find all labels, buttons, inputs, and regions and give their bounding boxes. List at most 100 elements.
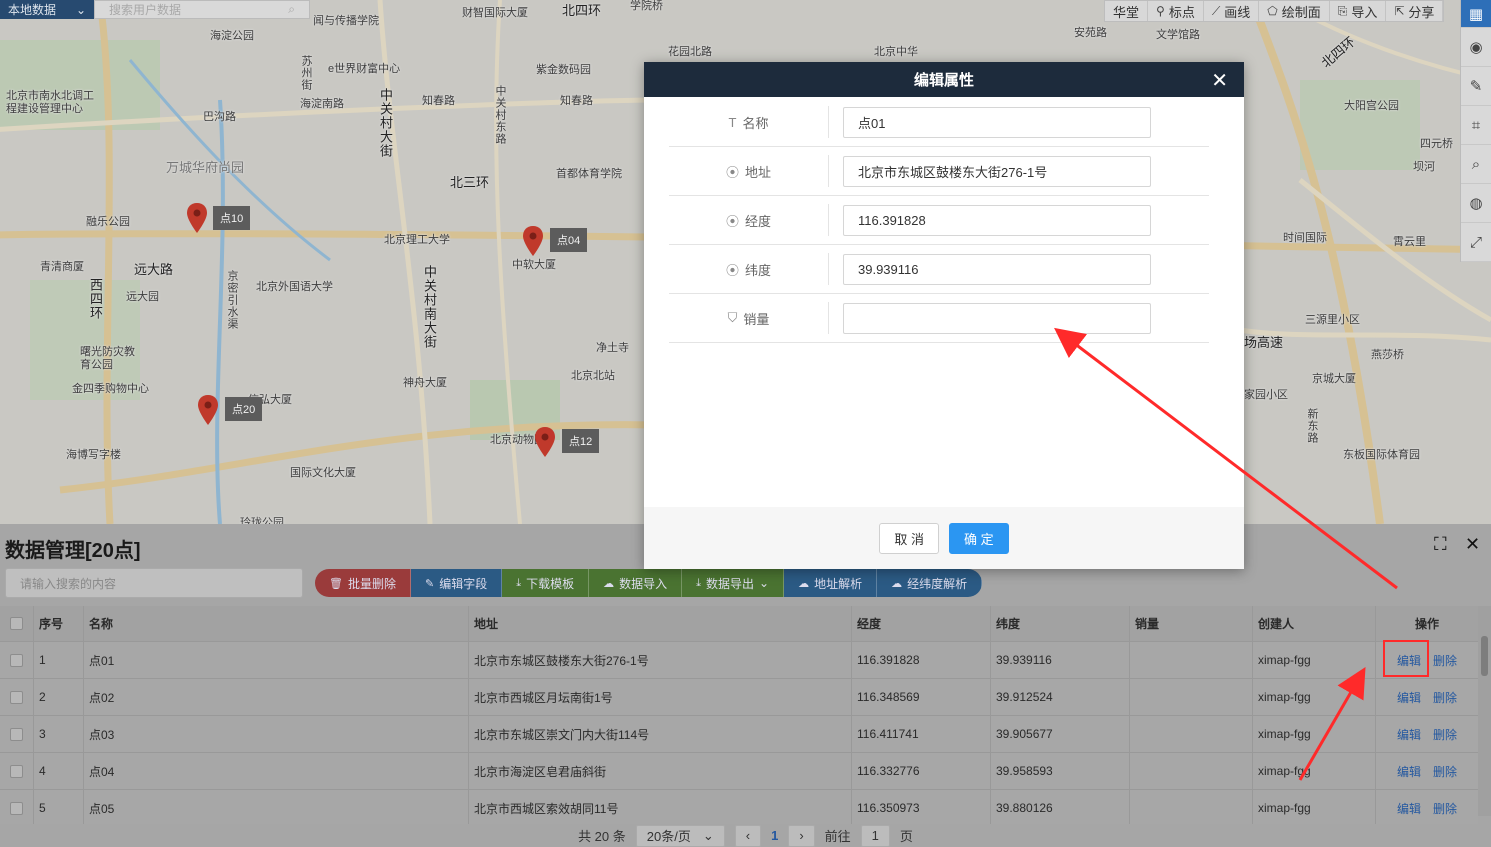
search-icon[interactable]: ⌕: [288, 2, 295, 17]
marker-label[interactable]: 点20: [225, 397, 263, 421]
cell-creator: ximap-fgg: [1253, 642, 1376, 678]
table-row[interactable]: 5 点05 北京市西城区索效胡同11号 116.350973 39.880126 xima…: [0, 790, 1478, 827]
delete-row-button[interactable]: 删除: [1433, 689, 1457, 706]
cell-no: 4: [34, 753, 84, 789]
chevron-down-icon: ⌄: [759, 576, 770, 590]
layer-select[interactable]: 本地数据 ⌄: [0, 0, 94, 19]
close-icon[interactable]: ✕: [1465, 534, 1480, 555]
delete-row-button[interactable]: 删除: [1433, 652, 1457, 669]
map-label: 北三环: [450, 175, 490, 190]
fullscreen-map-button[interactable]: ⤢: [1461, 223, 1491, 262]
map-label: 文学馆路: [1156, 29, 1200, 41]
close-icon[interactable]: ✕: [1211, 68, 1228, 93]
delete-row-button[interactable]: 删除: [1433, 726, 1457, 743]
table-scrollbar[interactable]: [1478, 606, 1491, 816]
cancel-button[interactable]: 取 消: [879, 522, 939, 554]
toolbar-label: 华堂: [1113, 4, 1140, 20]
map-label: 海博写字楼: [66, 449, 121, 461]
marker-label[interactable]: 点10: [213, 206, 251, 230]
latitude-input[interactable]: 39.939116: [843, 253, 1151, 285]
toolbar-import-button[interactable]: ⎘ 导入: [1330, 1, 1387, 21]
crop-button[interactable]: ⌗: [1461, 106, 1491, 145]
location-icon: ⦿: [725, 262, 739, 278]
edit-row-button[interactable]: 编辑: [1397, 689, 1421, 706]
action-label: 地址解析: [814, 576, 863, 591]
address-input[interactable]: 北京市东城区鼓楼东大街276-1号: [843, 155, 1151, 187]
prev-page-button[interactable]: ‹: [734, 824, 762, 847]
col-header-ops: 操作: [1414, 617, 1439, 631]
field-label: ⛉ 销量: [669, 302, 829, 334]
data-import-button[interactable]: ☁ 数据导入: [589, 569, 683, 597]
map-label: 京密引水渠: [226, 270, 238, 330]
cell-sales: [1130, 642, 1253, 678]
table-row[interactable]: 1 点01 北京市东城区鼓楼东大街276-1号 116.391828 39.939116…: [0, 642, 1478, 679]
user-data-search-input[interactable]: 搜索用户数据 ⌕: [94, 0, 310, 19]
layers-button[interactable]: ▦: [1461, 0, 1491, 28]
globe-button[interactable]: ◍: [1461, 184, 1491, 223]
map-label: 远大园: [126, 291, 159, 303]
cell-lng: 116.411741: [852, 716, 991, 752]
map-label: 家园小区: [1244, 389, 1288, 401]
chevron-down-icon: ⌄: [75, 2, 86, 17]
table-row[interactable]: 3 点03 北京市东城区崇文门内大街114号 116.411741 39.905677 x…: [0, 716, 1478, 753]
goto-page-input[interactable]: 1: [860, 824, 890, 847]
sales-input[interactable]: [843, 302, 1151, 334]
batch-delete-button[interactable]: 🗑 批量删除: [315, 569, 411, 597]
edit-row-button[interactable]: 编辑: [1397, 652, 1421, 669]
toolbar-mark-button[interactable]: ⚲ 标点: [1148, 1, 1204, 21]
cell-name: 点04: [84, 753, 469, 789]
row-checkbox[interactable]: [0, 790, 34, 826]
crop-icon: ⌗: [1471, 116, 1481, 134]
col-header-name: 名称: [84, 606, 469, 641]
edit-row-button[interactable]: 编辑: [1397, 800, 1421, 817]
locate-button[interactable]: ◉: [1461, 28, 1491, 67]
col-header-address: 地址: [469, 606, 852, 641]
table-row[interactable]: 2 点02 北京市西城区月坛南街1号 116.348569 39.912524 ximap…: [0, 679, 1478, 716]
current-page[interactable]: 1: [771, 828, 778, 843]
map-marker-icon[interactable]: [187, 203, 207, 233]
table-row[interactable]: 4 点04 北京市海淀区皂君庙斜街 116.332776 39.958593 ximap-…: [0, 753, 1478, 790]
row-checkbox[interactable]: [0, 679, 34, 715]
toolbar-polyline-button[interactable]: ⟋ 画线: [1204, 1, 1260, 21]
address-parse-button[interactable]: ☁ 地址解析: [784, 569, 878, 597]
map-marker-icon[interactable]: [535, 427, 555, 457]
data-export-button[interactable]: ⤓ 数据导出 ⌄: [682, 569, 785, 597]
delete-row-button[interactable]: 删除: [1433, 800, 1457, 817]
expand-icon[interactable]: ⛶: [1434, 534, 1447, 555]
select-all-checkbox[interactable]: [0, 606, 34, 641]
row-checkbox[interactable]: [0, 753, 34, 789]
edit-row-button[interactable]: 编辑: [1397, 726, 1421, 743]
map-label: 新东路: [1306, 408, 1318, 444]
edit-row-button[interactable]: 编辑: [1397, 763, 1421, 780]
col-header-creator: 创建人: [1253, 606, 1376, 641]
confirm-button[interactable]: 确 定: [949, 522, 1009, 554]
next-page-button[interactable]: ›: [788, 824, 815, 847]
zoom-search-button[interactable]: ⌕: [1461, 145, 1491, 184]
longitude-input[interactable]: 116.391828: [843, 204, 1151, 236]
toolbar-share-button[interactable]: ⇱ 分享: [1386, 1, 1444, 21]
table-body: 1 点01 北京市东城区鼓楼东大街276-1号 116.391828 39.939116…: [0, 642, 1478, 827]
measure-button[interactable]: ✎: [1461, 67, 1491, 106]
toolbar-polygon-button[interactable]: ⬠ 绘制面: [1259, 1, 1330, 21]
edit-fields-button[interactable]: ✎ 编辑字段: [410, 569, 503, 597]
row-checkbox[interactable]: [0, 642, 34, 678]
delete-row-button[interactable]: 删除: [1433, 763, 1457, 780]
name-input[interactable]: 点01: [843, 106, 1151, 138]
map-marker-icon[interactable]: [523, 226, 543, 256]
coordinate-parse-button[interactable]: ☁ 经纬度解析: [877, 569, 983, 597]
marker-label[interactable]: 点12: [562, 429, 600, 453]
table-search-input[interactable]: 请输入搜索的内容: [5, 568, 303, 598]
map-marker-icon[interactable]: [198, 395, 218, 425]
page-size-select[interactable]: 20条/页 ⌄: [635, 824, 725, 847]
row-checkbox[interactable]: [0, 716, 34, 752]
location-icon: ⦿: [725, 213, 739, 229]
col-header-lng: 经度: [852, 606, 991, 641]
download-template-button[interactable]: ⤓ 下载模板: [502, 569, 590, 597]
map-label: 霄云里: [1393, 236, 1426, 248]
marker-label[interactable]: 点04: [550, 228, 588, 252]
map-label: 玲珑公园: [240, 517, 284, 524]
cell-no: 5: [34, 790, 84, 826]
cell-name: 点02: [84, 679, 469, 715]
cell-lng: 116.332776: [852, 753, 991, 789]
cell-creator: ximap-fgg: [1253, 679, 1376, 715]
